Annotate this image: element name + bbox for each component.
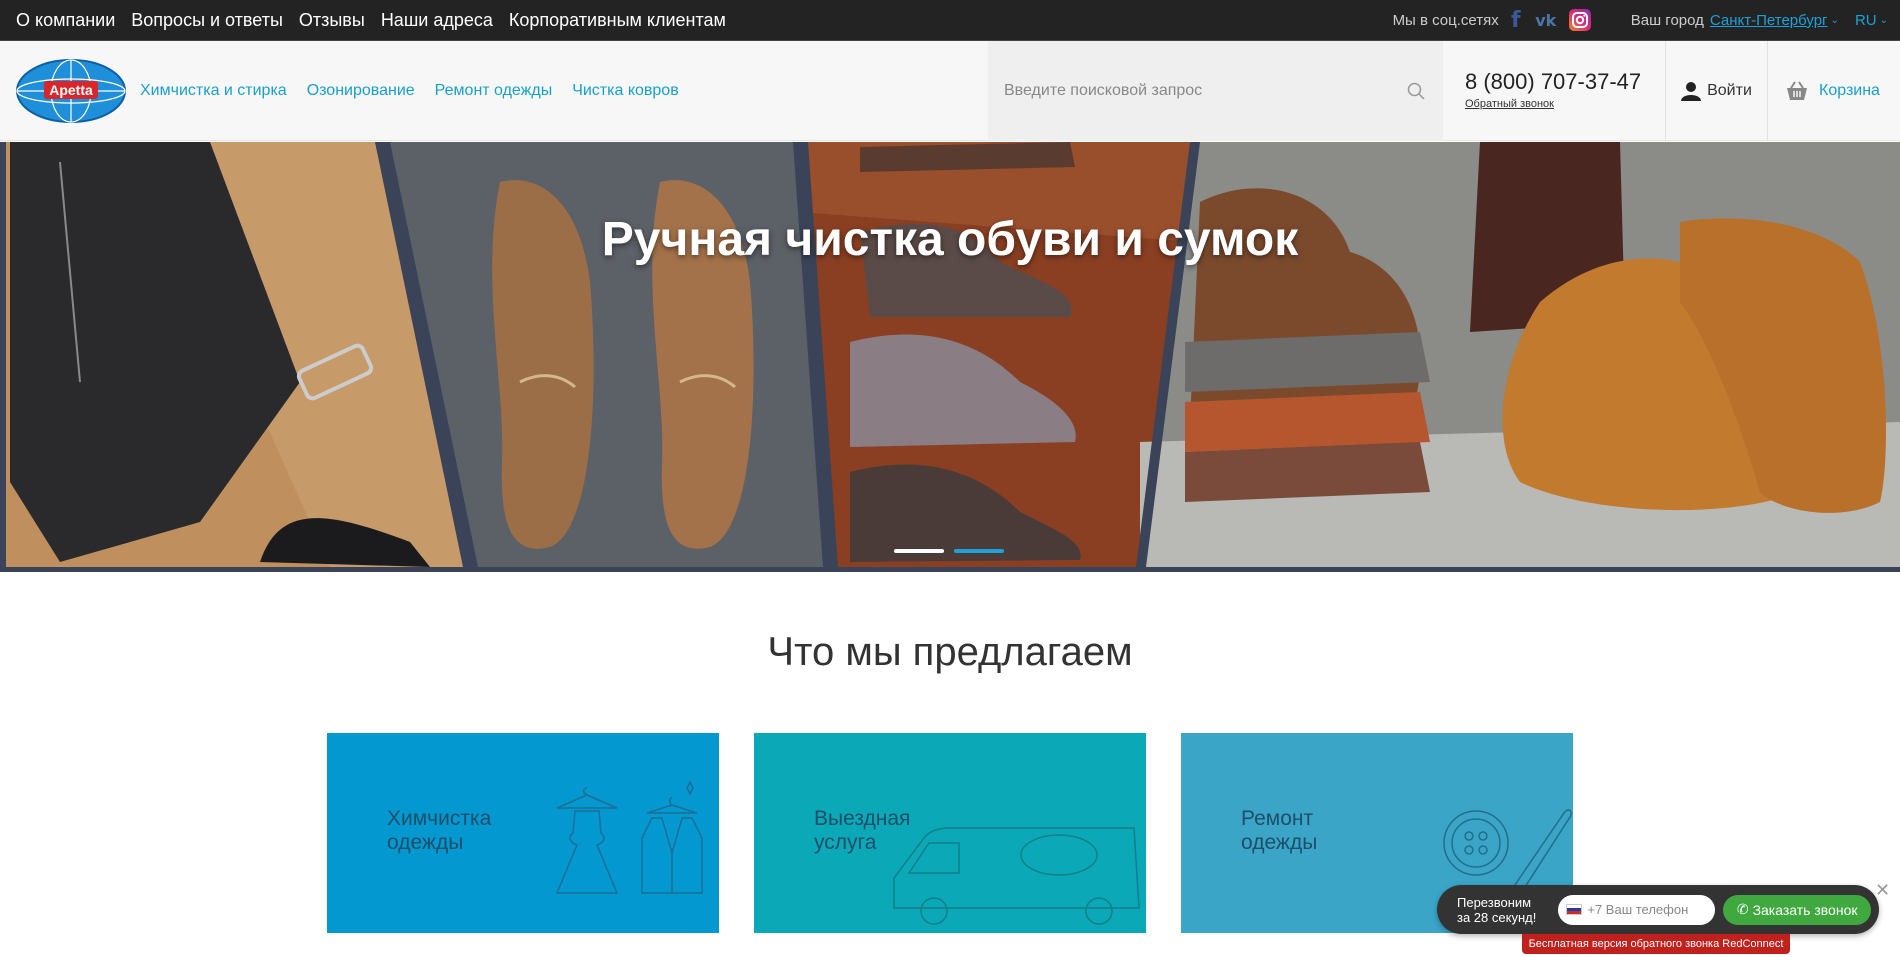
- cart-button[interactable]: Корзина: [1785, 41, 1880, 141]
- slider-dot-2[interactable]: [954, 549, 1004, 553]
- search-input[interactable]: [1004, 82, 1404, 100]
- nav-reviews[interactable]: Отзывы: [299, 10, 365, 31]
- social-label: Мы в соц.сетях: [1392, 11, 1499, 29]
- services-nav: Химчистка и стирка Озонирование Ремонт о…: [140, 41, 679, 141]
- nav-addresses[interactable]: Наши адреса: [381, 10, 493, 31]
- login-label: Войти: [1707, 82, 1752, 99]
- nav-faq[interactable]: Вопросы и ответы: [131, 10, 283, 31]
- vk-icon[interactable]: vk: [1533, 9, 1559, 31]
- service-carpets[interactable]: Чистка ковров: [572, 82, 679, 100]
- search-box: [988, 41, 1443, 141]
- chevron-down-icon[interactable]: ⌄: [1831, 15, 1839, 26]
- card-label: Химчистка одежды: [387, 807, 492, 854]
- chevron-down-icon[interactable]: ⌄: [1880, 15, 1888, 26]
- phone-number[interactable]: 8 (800) 707-37-47: [1465, 69, 1641, 95]
- service-repair[interactable]: Ремонт одежды: [435, 82, 553, 100]
- top-right: Мы в соц.сетях f vk Ваш город Санкт-Пете…: [1393, 0, 1888, 40]
- slider-dot-1[interactable]: [894, 549, 944, 553]
- logo[interactable]: Apetta: [16, 59, 126, 123]
- phone-icon: ✆: [1736, 901, 1749, 917]
- language-select[interactable]: RU: [1855, 12, 1877, 29]
- top-nav: О компании Вопросы и ответы Отзывы Наши …: [16, 10, 726, 31]
- top-bar: О компании Вопросы и ответы Отзывы Наши …: [0, 0, 1900, 41]
- callback-widget-text: Перезвоним за 28 секунд!: [1457, 894, 1537, 925]
- suit-icon: [641, 780, 703, 894]
- dress-icon: [555, 787, 619, 894]
- phone-block: 8 (800) 707-37-47 Обратный звонок: [1465, 69, 1641, 110]
- login-button[interactable]: Войти: [1665, 41, 1768, 141]
- search-icon[interactable]: [1407, 82, 1425, 100]
- section-title: Что мы предлагаем: [767, 630, 1133, 674]
- city-select[interactable]: Санкт-Петербург: [1710, 12, 1828, 29]
- order-call-button[interactable]: ✆ Заказать звонок: [1723, 894, 1871, 925]
- callback-phone-input[interactable]: +7 Ваш телефон: [1558, 894, 1716, 925]
- card-label: Ремонт одежды: [1241, 807, 1318, 854]
- basket-icon: [1787, 81, 1807, 100]
- instagram-icon[interactable]: [1568, 9, 1591, 31]
- hero-slider[interactable]: [0, 142, 1900, 572]
- nav-corporate[interactable]: Корпоративным клиентам: [509, 10, 726, 31]
- card-outdoor-service[interactable]: Выездная услуга: [754, 733, 1146, 933]
- hero-border: [0, 568, 1900, 572]
- hero-title: Ручная чистка обуви и сумок: [601, 213, 1299, 266]
- close-icon[interactable]: ✕: [1875, 880, 1890, 901]
- russia-flag-icon[interactable]: [1566, 904, 1583, 915]
- callback-widget: Перезвоним за 28 секунд! +7 Ваш телефон ✆…: [1437, 885, 1879, 934]
- card-dry-cleaning[interactable]: Химчистка одежды: [327, 733, 719, 933]
- city-label: Ваш город: [1630, 11, 1704, 29]
- callback-link[interactable]: Обратный звонок: [1465, 98, 1641, 110]
- facebook-icon[interactable]: f: [1509, 8, 1523, 33]
- hero-image: [6, 142, 1900, 567]
- cart-label: Корзина: [1819, 82, 1880, 99]
- van-icon: [893, 827, 1140, 925]
- user-icon: [1681, 82, 1702, 101]
- main-header: Apetta Химчистка и стирка Озонирование Р…: [0, 41, 1900, 141]
- svg-text:Apetta: Apetta: [49, 82, 93, 98]
- redconnect-badge[interactable]: Бесплатная версия обратного звонка RedCo…: [1522, 934, 1790, 954]
- nav-about[interactable]: О компании: [16, 10, 115, 31]
- service-ozonation[interactable]: Озонирование: [307, 82, 415, 100]
- service-dry-cleaning[interactable]: Химчистка и стирка: [140, 82, 287, 100]
